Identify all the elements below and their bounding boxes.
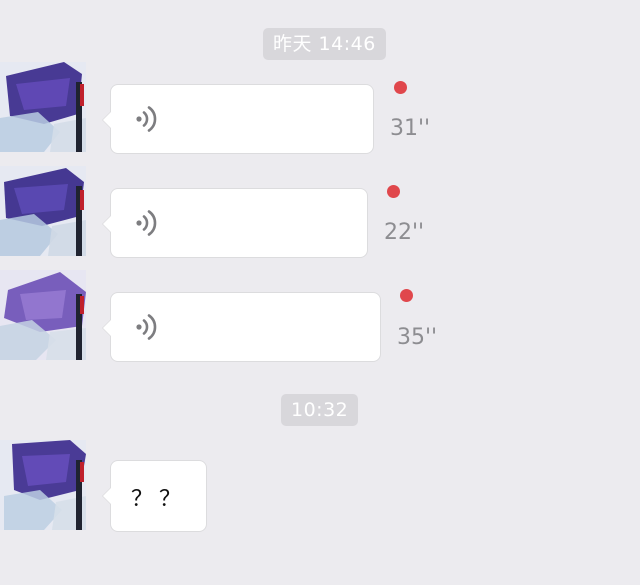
- voice-wave-icon: [136, 106, 157, 132]
- voice-message-bubble[interactable]: [102, 292, 381, 362]
- avatar-image: [0, 440, 86, 530]
- voice-message-bubble[interactable]: [102, 84, 374, 154]
- voice-message-bubble[interactable]: [102, 188, 368, 258]
- voice-wave-icon: [136, 314, 157, 340]
- message-text: ？？: [131, 487, 188, 512]
- unread-dot: [394, 81, 407, 94]
- avatar[interactable]: [0, 270, 86, 360]
- voice-duration: 31'': [390, 116, 431, 141]
- avatar[interactable]: [0, 62, 86, 152]
- avatar[interactable]: [0, 440, 86, 530]
- voice-duration: 22'': [384, 220, 425, 245]
- timestamp-divider: 昨天 14:46: [263, 28, 386, 60]
- avatar-image: [0, 62, 86, 152]
- chat-area: 昨天 14:46 31'' 22'' 35'' 10:32 ？？: [0, 0, 640, 585]
- avatar-image: [0, 270, 86, 360]
- unread-dot: [387, 185, 400, 198]
- timestamp-divider: 10:32: [281, 394, 359, 426]
- voice-wave-icon: [136, 210, 157, 236]
- voice-duration: 35'': [397, 325, 438, 350]
- text-message-bubble[interactable]: ？？: [102, 460, 207, 532]
- avatar[interactable]: [0, 166, 86, 256]
- avatar-image: [0, 166, 86, 256]
- unread-dot: [400, 289, 413, 302]
